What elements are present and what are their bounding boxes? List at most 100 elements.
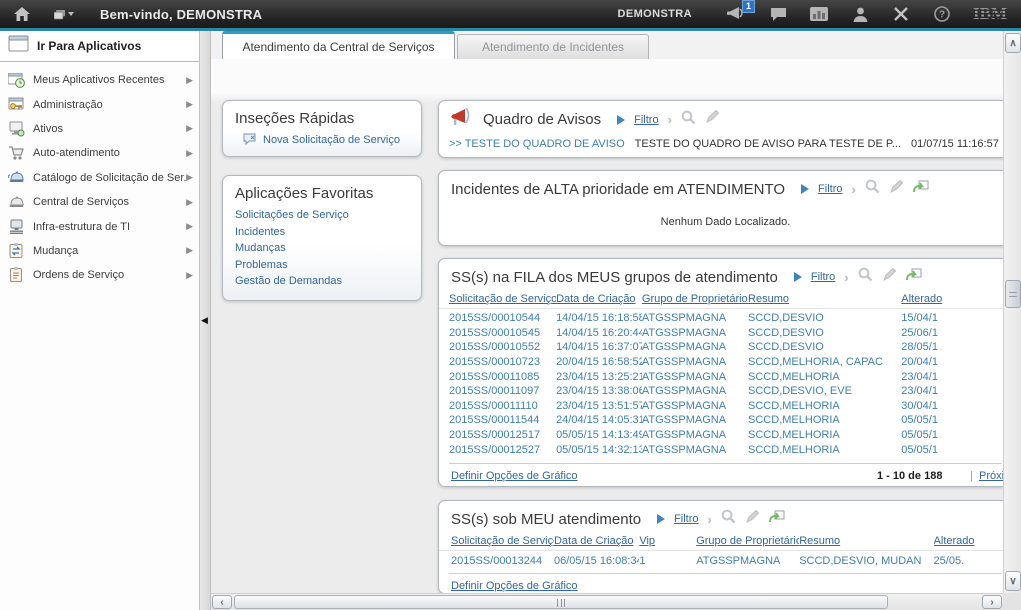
ticket-id-link[interactable]: 2015SS/00010544: [449, 312, 556, 324]
table-cell: ATGSSPMAGNA: [642, 312, 748, 324]
ticket-id-link[interactable]: 2015SS/00011097: [449, 385, 556, 397]
favorite-link-problemas[interactable]: Problemas: [235, 257, 409, 274]
column-header-grupo[interactable]: Grupo de Proprietários: [642, 293, 748, 305]
high-priority-incidents-panel: Incidentes de ALTA prioridade em ATENDIM…: [438, 170, 1003, 246]
column-header-vip[interactable]: Vip: [639, 535, 696, 547]
maximize-portlet-icon[interactable]: [801, 184, 809, 194]
detach-portlet-icon[interactable]: [769, 509, 785, 529]
sidebar-item-administracao[interactable]: Administração ▶: [0, 92, 199, 116]
search-icon[interactable]: [721, 509, 736, 529]
scroll-up-button[interactable]: ∧: [1005, 33, 1021, 53]
queue-requests-panel: SS(s) na FILA dos MEUS grupos de atendim…: [438, 258, 1003, 487]
horizontal-scroll-thumb[interactable]: [234, 595, 888, 609]
horizontal-scrollbar[interactable]: ‹ ›: [211, 593, 1003, 610]
ticket-id-link[interactable]: 2015SS/00010723: [449, 356, 556, 368]
ticket-id-link[interactable]: 2015SS/00011544: [449, 414, 556, 426]
favorite-link-gestao-demandas[interactable]: Gestão de Demandas: [235, 273, 409, 290]
reports-chart-icon[interactable]: [809, 5, 829, 23]
profile-icon[interactable]: [850, 5, 870, 23]
table-footer: Definir Opções de Gráfico: [449, 573, 1002, 593]
edit-icon[interactable]: [705, 110, 720, 129]
scroll-left-button[interactable]: ‹: [212, 595, 232, 609]
favorite-link-incidentes[interactable]: Incidentes: [235, 224, 409, 241]
chat-icon[interactable]: [768, 5, 788, 23]
sidebar-splitter[interactable]: ◀: [200, 31, 211, 610]
column-header-solicitacao[interactable]: Solicitação de Serviço: [449, 293, 556, 305]
maximize-portlet-icon[interactable]: [657, 514, 665, 524]
tab-strip: Atendimento da Central de Serviços Atend…: [211, 31, 1003, 59]
sidebar-item-infraestrutura-ti[interactable]: Infra-estrutura de TI ▶: [0, 214, 199, 238]
column-header-resumo[interactable]: Resumo: [799, 535, 933, 547]
bulletin-datetime: 01/07/15 11:16:57: [911, 138, 999, 150]
open-windows-menu-icon[interactable]: [54, 5, 74, 23]
close-session-icon[interactable]: [891, 5, 911, 23]
edit-icon[interactable]: [882, 268, 897, 287]
maximize-portlet-icon[interactable]: [617, 115, 625, 125]
ticket-id-link[interactable]: 2015SS/00012517: [449, 429, 556, 441]
next-page-link[interactable]: Próximo: [979, 470, 1003, 482]
ticket-id-link[interactable]: 2015SS/00011110: [449, 400, 556, 412]
table-row: 2015SS/0001111023/04/15 13:51:57ATGSSPMA…: [439, 399, 1003, 414]
sidebar-item-meus-aplicativos-recentes[interactable]: Meus Aplicativos Recentes ▶: [0, 68, 199, 92]
ticket-id-link[interactable]: 2015SS/00010552: [449, 341, 556, 353]
filter-link[interactable]: Filtro: [674, 513, 698, 525]
ticket-id-link[interactable]: 2015SS/00013244: [451, 555, 554, 567]
column-header-grupo[interactable]: Grupo de Proprietários: [696, 535, 799, 547]
detach-portlet-icon[interactable]: [913, 179, 929, 199]
tab-atendimento-central-servicos[interactable]: Atendimento da Central de Serviços: [222, 31, 455, 59]
sidebar-item-label: Ativos: [33, 123, 186, 135]
search-icon[interactable]: [858, 267, 873, 287]
bulletin-row: >> TESTE DO QUADRO DE AVISO TESTE DO QUA…: [439, 135, 1003, 150]
favorite-link-mudancas[interactable]: Mudanças: [235, 240, 409, 257]
help-icon[interactable]: ?: [932, 5, 952, 23]
column-header-resumo[interactable]: Resumo: [748, 293, 901, 305]
column-header-alterado[interactable]: Alterado: [901, 293, 1003, 305]
home-icon[interactable]: [12, 5, 32, 23]
maximize-portlet-icon[interactable]: [794, 272, 802, 282]
chart-options-link[interactable]: Definir Opções de Gráfico: [451, 580, 578, 592]
ticket-id-link[interactable]: 2015SS/00010545: [449, 327, 556, 339]
sidebar-item-ativos[interactable]: Ativos ▶: [0, 117, 199, 141]
table-cell: ATGSSPMAGNA: [642, 444, 748, 456]
vertical-scrollbar[interactable]: ∧ ∨: [1003, 31, 1021, 593]
search-icon[interactable]: [865, 179, 880, 199]
column-header-data-criacao[interactable]: Data de Criação: [556, 293, 642, 305]
bulletin-subject-link[interactable]: >> TESTE DO QUADRO DE AVISO: [449, 138, 625, 150]
submenu-arrow-icon: ▶: [186, 148, 193, 159]
ticket-id-link[interactable]: 2015SS/00012527: [449, 444, 556, 456]
sidebar-item-auto-atendimento[interactable]: Auto-atendimento ▶: [0, 141, 199, 165]
search-icon[interactable]: [681, 110, 696, 130]
chart-options-link[interactable]: Definir Opções de Gráfico: [451, 470, 578, 482]
filter-link[interactable]: Filtro: [811, 271, 835, 283]
table-row: 2015SS/0001154424/04/15 14:05:31ATGSSPMA…: [439, 413, 1003, 428]
new-service-request-link[interactable]: Nova Solicitação de Serviço: [243, 133, 409, 146]
table-cell: SCCD,DESVIO, EVE: [748, 385, 901, 397]
scroll-right-button[interactable]: ›: [982, 595, 1002, 609]
column-header-data-criacao[interactable]: Data de Criação: [554, 535, 639, 547]
notification-badge[interactable]: 1: [742, 0, 755, 13]
collapse-sidebar-icon[interactable]: ◀: [201, 315, 208, 326]
ticket-id-link[interactable]: 2015SS/00011085: [449, 371, 556, 383]
tab-atendimento-incidentes[interactable]: Atendimento de Incidentes: [457, 34, 649, 59]
table-cell: ATGSSPMAGNA: [696, 555, 799, 567]
submenu-arrow-icon: ▶: [186, 172, 193, 183]
announcements-icon[interactable]: 1: [727, 5, 747, 23]
sidebar-item-ordens-de-servico[interactable]: Ordens de Serviço ▶: [0, 263, 199, 287]
edit-icon[interactable]: [745, 510, 760, 529]
table-cell: 14/04/15 16:18:58: [556, 312, 642, 324]
vertical-scroll-thumb[interactable]: [1005, 280, 1021, 308]
sidebar-item-catalogo-solicitacao[interactable]: Catálogo de Solicitação de Ser... ▶: [0, 166, 199, 190]
filter-link[interactable]: Filtro: [634, 114, 658, 126]
filter-link[interactable]: Filtro: [818, 183, 842, 195]
table-row: 2015SS/0001252705/05/15 14:32:13ATGSSPMA…: [439, 442, 1003, 457]
detach-portlet-icon[interactable]: [906, 267, 922, 287]
edit-icon[interactable]: [889, 180, 904, 199]
table-header-row: Solicitação de Serviço Data de Criação V…: [439, 533, 1003, 551]
scroll-down-button[interactable]: ∨: [1005, 571, 1021, 591]
table-cell: ATGSSPMAGNA: [642, 414, 748, 426]
column-header-alterado[interactable]: Alterado: [934, 535, 1003, 547]
favorite-link-solicitacoes[interactable]: Solicitações de Serviço: [235, 207, 409, 224]
column-header-solicitacao[interactable]: Solicitação de Serviço: [451, 535, 554, 547]
sidebar-item-mudanca[interactable]: Mudança ▶: [0, 239, 199, 263]
sidebar-item-central-de-servicos[interactable]: Central de Serviços ▶: [0, 190, 199, 214]
